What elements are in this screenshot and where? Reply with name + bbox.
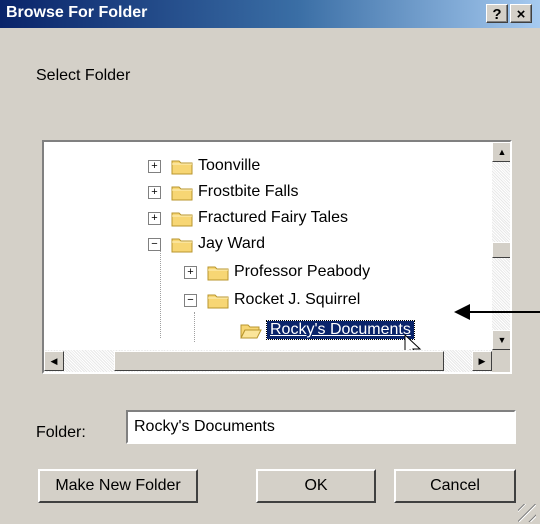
scrollbar-corner — [492, 350, 510, 372]
tree-item-label: Jay Ward — [198, 235, 265, 252]
folder-icon — [171, 238, 193, 252]
tree-item-professor-peabody[interactable]: + Professor Peabody — [184, 260, 370, 284]
tree-item-jay-ward[interactable]: − Jay Ward — [148, 232, 265, 256]
window-title: Browse For Folder — [6, 4, 148, 21]
folder-field-label: Folder: — [36, 424, 86, 441]
collapse-minus-icon[interactable]: − — [148, 237, 161, 251]
vertical-scroll-thumb[interactable] — [492, 242, 510, 258]
browse-folder-dialog: Browse For Folder ? × Select Folder + To… — [0, 0, 540, 524]
folder-icon — [207, 294, 229, 308]
tree-item-label: Frostbite Falls — [198, 183, 299, 200]
tree-item-label-selected: Rocky's Documents — [266, 320, 415, 340]
resize-grip-icon[interactable] — [518, 504, 536, 522]
cancel-button[interactable]: Cancel — [394, 469, 516, 503]
make-new-folder-button[interactable]: Make New Folder — [38, 469, 198, 503]
expand-plus-icon[interactable]: + — [184, 265, 197, 279]
tree-item-label: Fractured Fairy Tales — [198, 209, 348, 226]
title-bar[interactable]: Browse For Folder ? × — [0, 0, 540, 28]
tree-item-label: Rocket J. Squirrel — [234, 291, 361, 308]
tree-item-fractured-fairy-tales[interactable]: + Fractured Fairy Tales — [148, 206, 348, 230]
folder-icon — [171, 160, 193, 174]
horizontal-scrollbar[interactable]: ◀ ▶ — [44, 350, 492, 372]
ok-button[interactable]: OK — [256, 469, 376, 503]
pointer-arrow-line — [460, 311, 540, 313]
folder-icon — [171, 212, 193, 226]
folder-tree[interactable]: + Toonville + Frostbite Falls + Fracture… — [42, 140, 512, 374]
help-button[interactable]: ? — [486, 4, 508, 23]
expand-plus-icon[interactable]: + — [148, 185, 161, 199]
folder-input[interactable] — [126, 410, 516, 444]
scroll-left-arrow-icon[interactable]: ◀ — [44, 351, 64, 371]
expand-plus-icon[interactable]: + — [148, 159, 161, 173]
scroll-up-arrow-icon[interactable]: ▲ — [492, 142, 510, 162]
select-folder-label: Select Folder — [36, 67, 131, 84]
scroll-right-arrow-icon[interactable]: ▶ — [472, 351, 492, 371]
tree-item-label: Toonville — [198, 157, 261, 174]
folder-icon — [207, 266, 229, 280]
horizontal-scroll-thumb[interactable] — [114, 351, 444, 371]
open-folder-icon — [240, 324, 262, 338]
collapse-minus-icon[interactable]: − — [184, 293, 197, 307]
tree-item-rockys-documents[interactable]: Rocky's Documents — [240, 318, 415, 342]
folder-icon — [171, 186, 193, 200]
tree-item-label: Professor Peabody — [234, 263, 371, 280]
tree-connector — [160, 242, 161, 338]
expand-plus-icon[interactable]: + — [148, 211, 161, 225]
tree-item-toonville[interactable]: + Toonville — [148, 154, 260, 178]
pointer-arrow-head-icon — [454, 304, 470, 320]
close-button[interactable]: × — [510, 4, 532, 23]
tree-item-frostbite-falls[interactable]: + Frostbite Falls — [148, 180, 298, 204]
scroll-down-arrow-icon[interactable]: ▼ — [492, 330, 510, 350]
vertical-scrollbar[interactable]: ▲ ▼ — [492, 142, 510, 350]
tree-item-rocket-j-squirrel[interactable]: − Rocket J. Squirrel — [184, 288, 360, 312]
tree-connector — [194, 312, 195, 342]
